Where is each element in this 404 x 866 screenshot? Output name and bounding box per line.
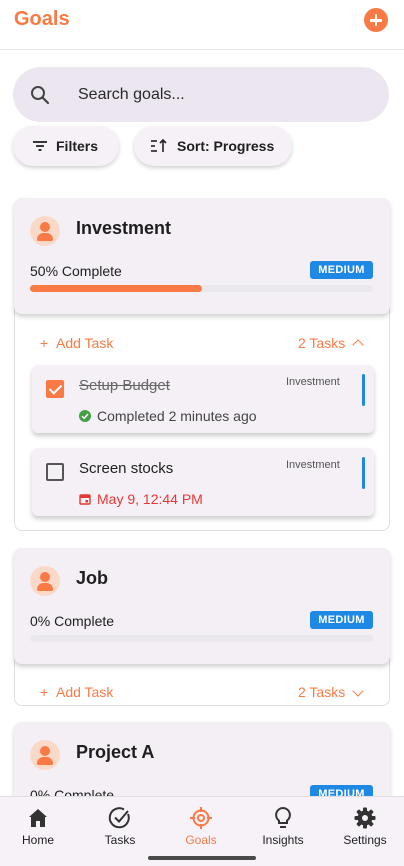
add-task-button[interactable]: + Add Task — [40, 335, 113, 351]
sort-button[interactable]: Sort: Progress — [134, 126, 292, 166]
target-icon — [190, 807, 212, 829]
progress-label: 0% Complete — [30, 613, 115, 629]
goal-header[interactable]: Job 0% Complete MEDIUM — [14, 548, 390, 664]
search-input[interactable]: Search goals... — [13, 67, 389, 122]
task-status-text: Completed 2 minutes ago — [97, 408, 257, 424]
person-icon — [30, 740, 60, 770]
nav-settings[interactable]: Settings — [325, 797, 404, 857]
add-task-button[interactable]: + Add Task — [40, 684, 113, 700]
priority-badge: MEDIUM — [310, 611, 373, 629]
priority-stripe — [362, 457, 365, 489]
task-goal-tag: Investment — [286, 376, 340, 388]
plus-icon: + — [40, 335, 49, 351]
search-placeholder: Search goals... — [78, 86, 185, 103]
task-count-toggle[interactable]: 2 Tasks — [298, 684, 345, 700]
home-icon — [29, 809, 47, 827]
nav-insights[interactable]: Insights — [243, 797, 323, 857]
task-goal-tag: Investment — [286, 459, 340, 471]
progress-bar-fill — [30, 285, 202, 292]
task-card[interactable]: Setup Budget Investment Completed 2 minu… — [32, 365, 374, 433]
nav-home-label: Home — [21, 833, 54, 847]
task-card[interactable]: Screen stocks Investment May 9, 12:44 PM — [32, 448, 374, 516]
goal-name: Investment — [76, 218, 172, 238]
filters-label: Filters — [56, 138, 99, 154]
nav-tasks[interactable]: Tasks — [80, 797, 160, 857]
chevron-up-icon[interactable] — [352, 339, 364, 351]
nav-settings-label: Settings — [343, 833, 387, 847]
calendar-icon — [79, 494, 91, 505]
home-indicator — [148, 856, 256, 860]
chevron-down-icon[interactable] — [352, 685, 364, 697]
tasks-check-icon — [108, 807, 130, 829]
search-icon — [31, 86, 50, 105]
add-circle-icon[interactable] — [364, 8, 388, 32]
goal-name: Job — [76, 568, 109, 588]
progress-bar — [30, 285, 373, 292]
nav-goals-label: Goals — [185, 833, 217, 847]
nav-home[interactable]: Home — [0, 797, 78, 857]
priority-stripe — [362, 374, 365, 406]
filters-button[interactable]: Filters — [13, 126, 119, 166]
app-bar: Goals — [0, 0, 404, 50]
task-title: Screen stocks — [79, 460, 174, 477]
progress-label: 50% Complete — [30, 263, 122, 279]
page-title: Goals — [14, 8, 70, 30]
progress-bar — [30, 635, 373, 642]
nav-insights-label: Insights — [262, 833, 304, 847]
task-count-toggle[interactable]: 2 Tasks — [298, 335, 345, 351]
check-circle-icon — [79, 410, 91, 422]
goal-name: Project A — [76, 742, 155, 762]
nav-goals[interactable]: Goals — [161, 797, 241, 857]
nav-tasks-label: Tasks — [104, 833, 136, 847]
task-title: Setup Budget — [79, 377, 170, 394]
goal-header[interactable]: Investment 50% Complete MEDIUM — [14, 198, 390, 314]
sort-icon — [151, 138, 167, 152]
goal-card-investment[interactable]: Investment 50% Complete MEDIUM + Add Task… — [14, 198, 390, 531]
lightbulb-icon — [275, 806, 291, 828]
add-task-label: Add Task — [56, 335, 114, 351]
goal-card-job[interactable]: Job 0% Complete MEDIUM + Add Task 2 Tasks — [14, 548, 390, 706]
task-due-text: May 9, 12:44 PM — [97, 491, 203, 507]
gear-icon — [354, 807, 376, 829]
task-checkbox[interactable] — [46, 463, 64, 481]
person-icon — [30, 216, 60, 246]
plus-icon: + — [40, 684, 49, 700]
priority-badge: MEDIUM — [310, 261, 373, 279]
add-task-label: Add Task — [56, 684, 114, 700]
sort-label: Sort: Progress — [177, 138, 275, 154]
person-icon — [30, 566, 60, 596]
filter-icon — [33, 141, 47, 151]
task-checkbox[interactable] — [46, 380, 64, 398]
